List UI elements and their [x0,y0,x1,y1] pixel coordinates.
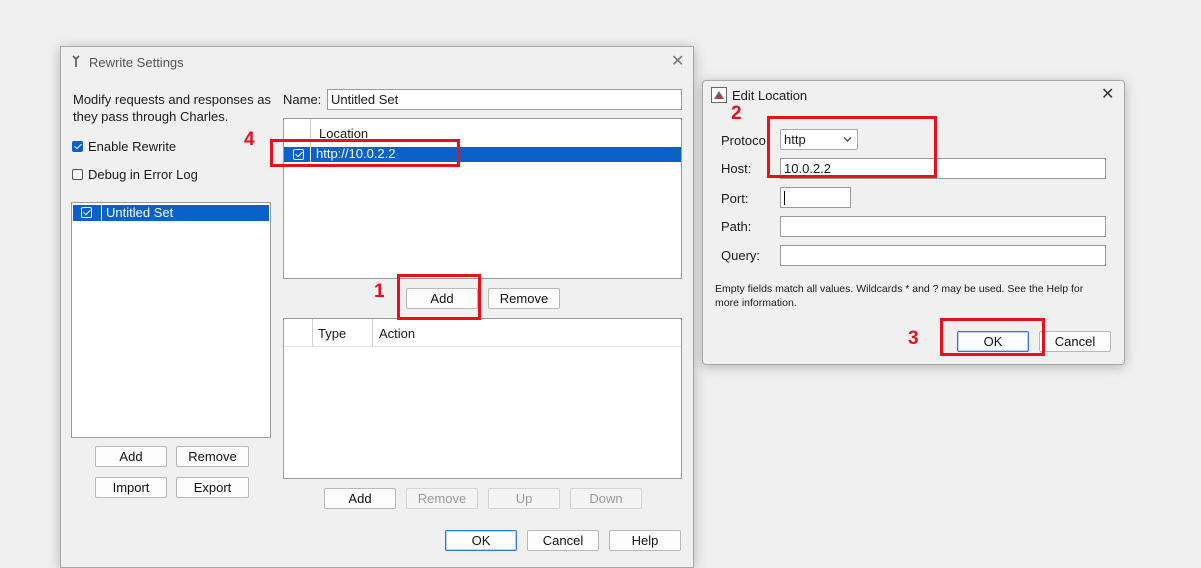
help-button[interactable]: Help [609,530,681,551]
annotation-4: 4 [244,129,255,150]
query-label: Query: [721,248,761,263]
path-input[interactable] [780,216,1106,237]
rewrite-titlebar: Rewrite Settings ✕ [61,47,693,77]
java-window-icon [711,87,727,103]
rule-add-button[interactable]: Add [324,488,396,509]
highlight-protocol-host [767,116,937,178]
close-icon[interactable]: ✕ [671,54,684,70]
sets-export-button[interactable]: Export [176,477,249,498]
rule-down-button[interactable]: Down [570,488,642,509]
enable-rewrite-label: Enable Rewrite [88,139,177,154]
set-row[interactable]: Untitled Set [73,205,269,221]
set-label: Untitled Set [106,205,174,220]
enable-rewrite-checkbox[interactable] [72,141,83,152]
highlight-add-button [397,274,481,320]
protocol-label: Protoco [721,133,766,148]
edit-cancel-button[interactable]: Cancel [1039,331,1111,352]
host-label: Host: [721,161,752,176]
sets-add-button[interactable]: Add [95,446,167,467]
rule-remove-button[interactable]: Remove [406,488,478,509]
rule-up-button[interactable]: Up [488,488,560,509]
annotation-3: 3 [908,328,919,349]
edit-title: Edit Location [732,88,808,103]
close-icon[interactable]: ✕ [1101,87,1114,103]
sets-import-button[interactable]: Import [95,477,167,498]
port-label: Port: [721,191,749,206]
name-input[interactable]: Untitled Set [327,89,682,110]
ok-button[interactable]: OK [445,530,517,551]
sets-list[interactable]: Untitled Set [71,202,271,438]
query-input[interactable] [780,245,1106,266]
annotation-2: 2 [731,103,742,124]
edit-help-text: Empty fields match all values. Wildcards… [715,283,1084,309]
text-cursor [784,191,785,205]
name-label: Name: [283,92,322,107]
action-column-header[interactable]: Action [379,326,415,341]
edit-titlebar: Edit Location ✕ [703,81,1124,111]
path-label: Path: [721,219,752,234]
wrench-icon [72,55,80,67]
rewrite-title: Rewrite Settings [89,55,184,70]
annotation-1: 1 [374,281,385,302]
rules-table[interactable]: Type Action [283,318,682,479]
rewrite-description: Modify requests and responses as they pa… [73,92,271,124]
check-icon[interactable] [81,207,92,218]
port-input[interactable] [780,187,851,208]
highlight-location-row [270,139,460,167]
debug-log-label: Debug in Error Log [88,167,198,182]
location-remove-button[interactable]: Remove [488,288,560,309]
type-column-header[interactable]: Type [318,326,346,341]
rewrite-settings-window: Rewrite Settings ✕ Modify requests and r… [60,46,694,568]
debug-log-checkbox[interactable] [72,169,83,180]
sets-remove-button[interactable]: Remove [176,446,249,467]
cancel-button[interactable]: Cancel [527,530,599,551]
highlight-ok-button [940,318,1045,356]
